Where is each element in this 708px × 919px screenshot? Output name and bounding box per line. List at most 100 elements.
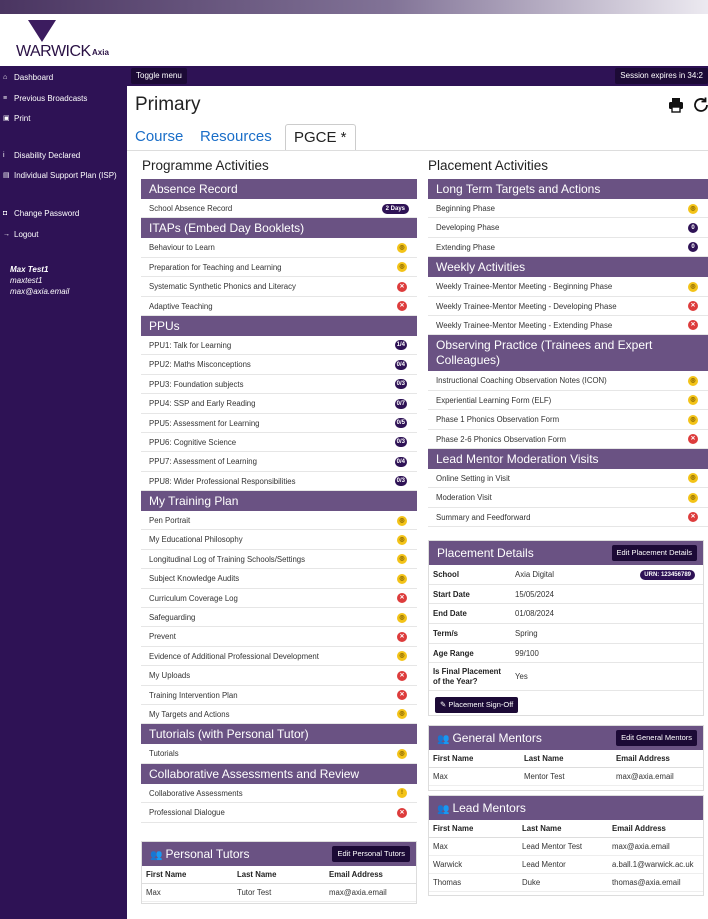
activity-row[interactable]: PPU8: Wider Professional Responsibilitie… (141, 472, 417, 492)
activity-row[interactable]: PPU4: SSP and Early Reading 0/7 (141, 394, 417, 414)
activity-row[interactable]: Evidence of Additional Professional Deve… (141, 647, 417, 667)
section-header: Absence Record (141, 179, 417, 199)
activity-row[interactable]: Instructional Coaching Observation Notes… (428, 371, 708, 391)
activity-row[interactable]: My Educational Philosophy ◎ (141, 530, 417, 550)
detail-key: Is Final Placement of the Year? (433, 667, 502, 687)
placement-signoff-button[interactable]: ✎ Placement Sign-Off (435, 697, 519, 713)
activity-label: PPU3: Foundation subjects (149, 379, 244, 389)
status-badge: ◎ (397, 534, 407, 545)
sidebar-item-print[interactable]: ▣ Print (0, 113, 30, 125)
toggle-menu-button[interactable]: Toggle menu (131, 68, 187, 84)
table-cell: Tutor Test (237, 888, 272, 897)
activity-row[interactable]: Experiential Learning Form (ELF) ◎ (428, 391, 708, 411)
activity-row[interactable]: Safeguarding ◎ (141, 608, 417, 628)
activity-label: School Absence Record (149, 204, 233, 213)
activity-row[interactable]: Weekly Trainee-Mentor Meeting - Developi… (428, 297, 708, 316)
activity-row[interactable]: PPU1: Talk for Learning 1/4 (141, 336, 417, 356)
edit-personal-tutors-button[interactable]: Edit Personal Tutors (332, 846, 410, 862)
activity-row[interactable]: PPU7: Assessment of Learning 0/4 (141, 452, 417, 472)
activity-label: Summary and Feedforward (436, 512, 531, 522)
logo-sub: Axia (92, 48, 109, 57)
table-cell: max@axia.email (616, 772, 674, 781)
activity-label: PPU5: Assessment for Learning (149, 418, 260, 428)
status-badge: ◎ (688, 414, 698, 425)
general-mentors-header: 👥 General Mentors Edit General Mentors (429, 726, 703, 750)
activity-row[interactable]: Summary and Feedforward ✕ (428, 508, 708, 528)
sidebar-item-label: Disability Declared (14, 151, 81, 160)
sidebar-item-disability[interactable]: i Disability Declared (0, 150, 80, 162)
activity-row[interactable]: Collaborative Assessments! (141, 784, 417, 804)
activity-row[interactable]: Moderation Visit ◎ (428, 488, 708, 508)
status-badge: ◎ (397, 242, 407, 253)
status-badge: 1/4 (394, 340, 407, 351)
activity-row[interactable]: PPU6: Cognitive Science 0/3 (141, 433, 417, 453)
tab-resources[interactable]: Resources (200, 124, 272, 150)
sidebar-item-dashboard[interactable]: ⌂ Dashboard (0, 72, 53, 84)
detail-row: End Date 01/08/2024 (429, 604, 703, 625)
detail-key: End Date (433, 609, 467, 619)
activity-row[interactable]: School Absence Record 2 Days (141, 199, 417, 219)
tab-pgce[interactable]: PGCE * (285, 124, 356, 150)
status-badge: ◎ (397, 748, 407, 759)
sidebar-item-broadcasts[interactable]: ≡ Previous Broadcasts (0, 93, 87, 105)
activity-label: Subject Knowledge Audits (149, 574, 240, 584)
activity-label: Adaptive Teaching (149, 301, 213, 311)
activity-row[interactable]: Weekly Trainee-Mentor Meeting - Beginnin… (428, 277, 708, 297)
activity-row[interactable]: Weekly Trainee-Mentor Meeting - Extendin… (428, 316, 708, 336)
tab-course[interactable]: Course (135, 124, 183, 150)
table-row: Warwick Lead Mentor a.ball.1@warwick.ac.uk (429, 856, 703, 874)
activity-row[interactable]: Behaviour to Learn ◎ (141, 238, 417, 258)
activity-row[interactable]: Tutorials ◎ (141, 744, 417, 764)
activity-label: My Uploads (149, 671, 191, 681)
top-bar: Toggle menu Session expires in 34:2 (127, 66, 708, 86)
activity-row[interactable]: Curriculum Coverage Log ✕ (141, 589, 417, 609)
refresh-icon[interactable] (692, 96, 708, 114)
people-icon: 👥 (437, 734, 450, 745)
print-icon[interactable] (668, 97, 684, 113)
activity-row[interactable]: My Targets and Actions ◎ (141, 705, 417, 725)
programme-title: Programme Activities (142, 158, 269, 173)
status-badge: ✕ (397, 631, 407, 642)
activity-row[interactable]: Preparation for Teaching and Learning ◎ (141, 258, 417, 278)
warwick-logo[interactable]: WARWICK Axia (10, 16, 130, 64)
table-cell: Thomas (433, 878, 462, 887)
sidebar-item-isp[interactable]: ▤ Individual Support Plan (ISP) (0, 170, 117, 182)
activity-row[interactable]: Subject Knowledge Audits ◎ (141, 569, 417, 589)
personal-tutors-title: Personal Tutors (165, 847, 250, 861)
placement-activities: Long Term Targets and Actions Beginning P… (428, 179, 708, 528)
logo-text: WARWICK (16, 43, 91, 60)
status-badge: ✕ (688, 320, 698, 331)
edit-general-mentors-button[interactable]: Edit General Mentors (616, 730, 697, 746)
table-cell: Warwick (433, 860, 463, 869)
status-badge: 0/4 (394, 456, 407, 467)
status-badge: ✕ (688, 512, 698, 523)
detail-row: Start Date 15/05/2024 (429, 585, 703, 605)
detail-value: 01/08/2024 (515, 609, 555, 619)
activity-row[interactable]: My Uploads ✕ (141, 666, 417, 686)
activity-row[interactable]: Adaptive Teaching ✕ (141, 297, 417, 316)
activity-row[interactable]: Systematic Synthetic Phonics and Literac… (141, 277, 417, 297)
activity-row[interactable]: Phase 1 Phonics Observation Form ◎ (428, 410, 708, 430)
sidebar-item-logout[interactable]: → Logout (0, 229, 38, 241)
activity-row[interactable]: Training Intervention Plan ✕ (141, 686, 417, 705)
activity-row[interactable]: Longitudinal Log of Training Schools/Set… (141, 550, 417, 570)
detail-row: Is Final Placement of the Year? Yes (429, 663, 703, 692)
activity-row[interactable]: Online Setting in Visit ◎ (428, 469, 708, 489)
activity-row[interactable]: PPU3: Foundation subjects 0/3 (141, 375, 417, 395)
table-cell: thomas@axia.email (612, 878, 681, 887)
detail-value: Axia Digital (515, 570, 554, 579)
activity-row[interactable]: Beginning Phase ◎ (428, 199, 708, 219)
sidebar-item-change-password[interactable]: ◘ Change Password (0, 208, 79, 220)
activity-row[interactable]: Phase 2-6 Phonics Observation Form ✕ (428, 430, 708, 449)
activity-row[interactable]: Professional Dialogue ✕ (141, 803, 417, 823)
activity-row[interactable]: Extending Phase 0 (428, 238, 708, 258)
activity-row[interactable]: PPU5: Assessment for Learning 0/5 (141, 414, 417, 433)
activity-row[interactable]: Prevent ✕ (141, 627, 417, 647)
status-badge: ✕ (397, 690, 407, 701)
status-badge: 0/3 (394, 379, 407, 390)
activity-row[interactable]: Pen Portrait ◎ (141, 511, 417, 531)
activity-row[interactable]: PPU2: Maths Misconceptions 0/4 (141, 355, 417, 375)
sidebar-item-label: Change Password (14, 209, 80, 218)
activity-row[interactable]: Developing Phase 0 (428, 218, 708, 238)
edit-placement-details-button[interactable]: Edit Placement Details (611, 545, 697, 561)
